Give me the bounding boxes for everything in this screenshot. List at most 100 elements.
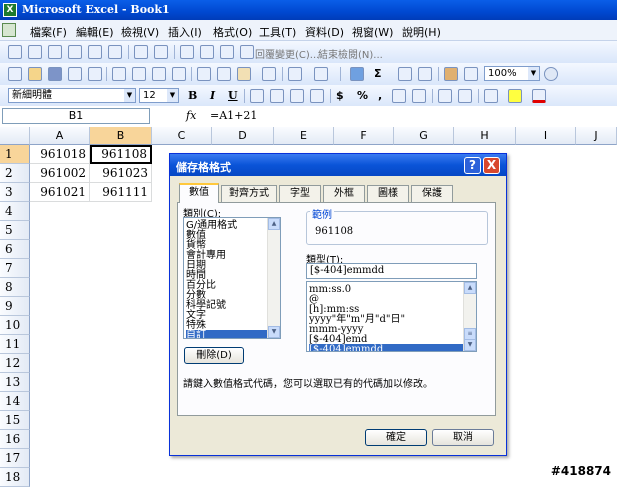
decrease-indent-icon[interactable] (438, 89, 452, 103)
show-all-comments-icon[interactable] (88, 45, 102, 59)
column-header[interactable]: E (274, 127, 334, 145)
row-header[interactable]: 8 (0, 278, 30, 297)
category-scrollbar[interactable]: ▲ ▼ (267, 218, 280, 338)
insert-function-button[interactable]: fx (186, 109, 196, 122)
column-header[interactable]: J (576, 127, 617, 145)
underline-button[interactable]: U (228, 89, 238, 102)
scroll-up-icon[interactable]: ▲ (268, 218, 280, 230)
format-painter-icon[interactable] (262, 67, 276, 81)
new-comment-icon[interactable] (8, 45, 22, 59)
sort-ascending-icon[interactable] (398, 67, 412, 81)
type-scrollbar[interactable]: ▲ ≡ ▼ (463, 282, 476, 351)
increase-decimal-icon[interactable] (392, 89, 406, 103)
merge-center-icon[interactable] (310, 89, 324, 103)
bold-button[interactable]: B (188, 89, 197, 102)
font-size-dropdown[interactable]: 12 ▼ (139, 88, 179, 103)
tab-alignment[interactable]: 對齊方式 (221, 185, 277, 202)
print-preview-icon[interactable] (132, 67, 146, 81)
row-header[interactable]: 14 (0, 392, 30, 411)
menu-help[interactable]: 說明(H) (402, 24, 441, 40)
research-icon[interactable] (172, 67, 186, 81)
tab-protection[interactable]: 保護 (411, 185, 453, 202)
menu-window[interactable]: 視窗(W) (352, 24, 393, 40)
tab-font[interactable]: 字型 (279, 185, 321, 202)
close-button[interactable]: X (483, 157, 500, 174)
hyperlink-icon[interactable] (350, 67, 364, 81)
cut-icon[interactable] (197, 67, 211, 81)
reply-icon[interactable] (240, 45, 254, 59)
reply-with-changes-button[interactable]: 回覆變更(C)... (255, 46, 319, 61)
cell-a3[interactable]: 961021 (30, 183, 90, 202)
dialog-title-bar[interactable]: 儲存格格式 ? X (170, 154, 506, 176)
next-comment-icon[interactable] (48, 45, 62, 59)
row-header[interactable]: 16 (0, 430, 30, 449)
menu-data[interactable]: 資料(D) (305, 24, 344, 40)
align-center-icon[interactable] (270, 89, 284, 103)
redo-icon[interactable] (314, 67, 328, 81)
permission-icon[interactable] (68, 67, 82, 81)
cell-a2[interactable]: 961002 (30, 164, 90, 183)
cell-b2[interactable]: 961023 (90, 164, 152, 183)
help-icon[interactable] (544, 67, 558, 81)
row-header[interactable]: 1 (0, 145, 30, 164)
row-header[interactable]: 11 (0, 335, 30, 354)
excel-icon[interactable]: X (3, 3, 17, 17)
borders-icon[interactable] (484, 89, 498, 103)
menu-view[interactable]: 檢視(V) (121, 24, 159, 40)
type-list[interactable]: mm:ss.0 @ [h]:mm:ss yyyy"年"m"月"d"日" mmm-… (306, 281, 477, 352)
show-comment-icon[interactable] (68, 45, 82, 59)
fill-color-icon[interactable] (508, 89, 522, 103)
comma-button[interactable]: , (378, 89, 382, 102)
type-input[interactable]: [$-404]emmdd (306, 263, 477, 279)
tab-number[interactable]: 數值 (179, 183, 219, 203)
cell-b3[interactable]: 961111 (90, 183, 152, 202)
chart-wizard-icon[interactable] (444, 67, 458, 81)
column-header[interactable]: F (334, 127, 394, 145)
email-icon[interactable] (88, 67, 102, 81)
delete-button[interactable]: 刪除(D) (184, 347, 244, 364)
undo-icon[interactable] (288, 67, 302, 81)
sort-descending-icon[interactable] (418, 67, 432, 81)
list-item-selected[interactable]: 自訂 (186, 330, 267, 338)
row-header[interactable]: 18 (0, 468, 30, 487)
row-header[interactable]: 4 (0, 202, 30, 221)
formula-input[interactable]: =A1+21 (210, 109, 257, 122)
menu-edit[interactable]: 編輯(E) (76, 24, 114, 40)
select-all-corner[interactable] (0, 127, 30, 145)
percent-button[interactable]: % (357, 89, 368, 102)
document-icon[interactable] (2, 23, 16, 37)
ok-button[interactable]: 確定 (365, 429, 427, 446)
column-header[interactable]: D (212, 127, 274, 145)
help-button[interactable]: ? (464, 157, 481, 174)
send-mail-icon[interactable] (200, 45, 214, 59)
menu-tools[interactable]: 工具(T) (259, 24, 296, 40)
zoom-dropdown[interactable]: 100% ▼ (484, 66, 540, 81)
prev-comment-icon[interactable] (28, 45, 42, 59)
font-name-dropdown[interactable]: 新細明體 ▼ (8, 88, 136, 103)
column-header[interactable]: C (152, 127, 212, 145)
row-header[interactable]: 7 (0, 259, 30, 278)
menu-format[interactable]: 格式(O) (213, 24, 252, 40)
row-header[interactable]: 17 (0, 449, 30, 468)
row-header[interactable]: 3 (0, 183, 30, 202)
category-list[interactable]: G/通用格式 數值 貨幣 會計專用 日期 時間 百分比 分數 科學記號 文字 特… (183, 217, 281, 339)
scroll-down-icon[interactable]: ▼ (268, 326, 280, 338)
row-header[interactable]: 15 (0, 411, 30, 430)
cell-a1[interactable]: 961018 (30, 145, 90, 164)
row-header[interactable]: 10 (0, 316, 30, 335)
save-icon[interactable] (48, 67, 62, 81)
delete-comment-icon[interactable] (108, 45, 122, 59)
row-header[interactable]: 5 (0, 221, 30, 240)
menu-file[interactable]: 檔案(F) (30, 24, 67, 40)
menu-insert[interactable]: 插入(I) (168, 24, 202, 40)
column-header[interactable]: B (90, 127, 152, 145)
cancel-button[interactable]: 取消 (432, 429, 494, 446)
italic-button[interactable]: I (210, 89, 215, 102)
scroll-up-icon[interactable]: ▲ (464, 282, 476, 294)
list-item-selected[interactable]: [$-404]emmdd (309, 344, 463, 351)
align-left-icon[interactable] (250, 89, 264, 103)
row-header[interactable]: 13 (0, 373, 30, 392)
column-header[interactable]: A (30, 127, 90, 145)
decrease-decimal-icon[interactable] (412, 89, 426, 103)
end-review-button[interactable]: 結束檢閱(N)... (318, 46, 383, 61)
